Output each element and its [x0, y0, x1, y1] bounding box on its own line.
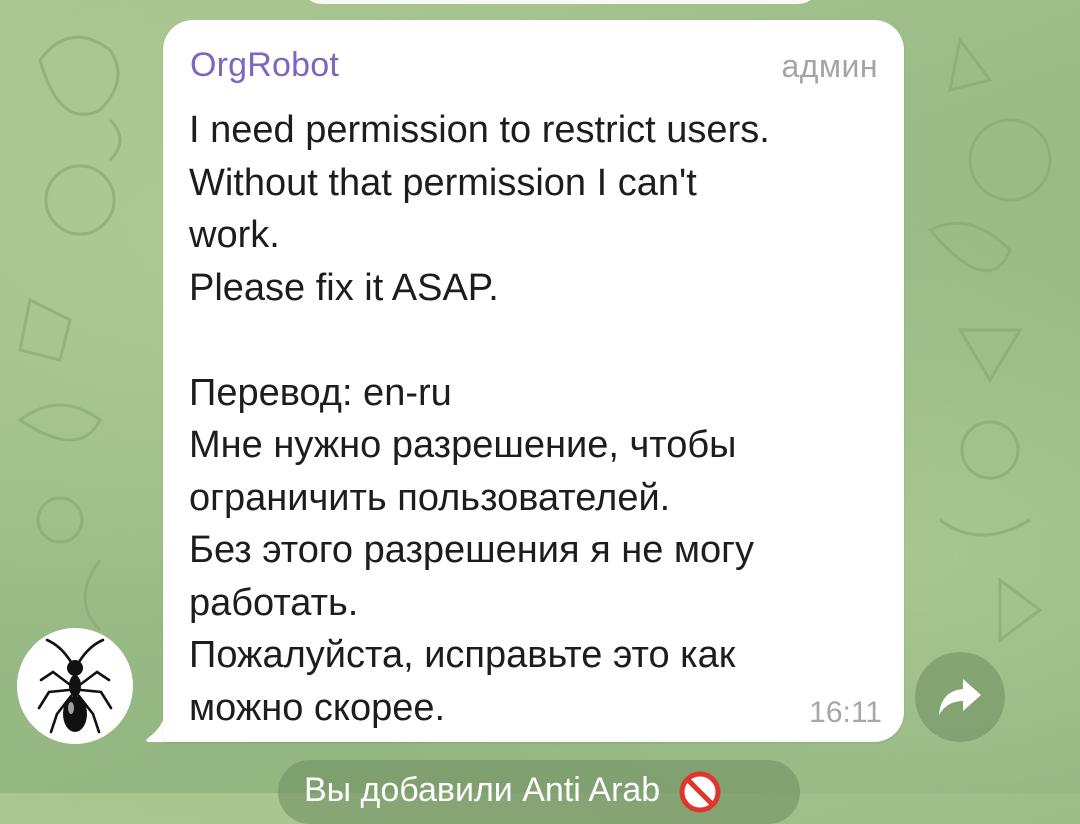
service-message: Вы добавили Anti Arab [278, 760, 800, 824]
message-text: I need permission to restrict users. Wit… [189, 104, 879, 734]
sender-name[interactable]: OrgRobot [190, 46, 339, 85]
message-bubble[interactable]: OrgRobot админ I need permission to rest… [163, 20, 904, 742]
message-line: Мне нужно разрешение, чтобы [189, 424, 737, 466]
message-line: можно скорее. [189, 686, 446, 729]
message-line: Without that permission I can't [189, 161, 697, 204]
message-line: Пожалуйста, исправьте это как [189, 634, 736, 676]
sender-avatar[interactable] [17, 628, 133, 744]
message-line: Please fix it ASAP. [189, 266, 499, 309]
no-entry-icon [678, 770, 722, 814]
message-line: work. [189, 214, 280, 256]
message-line: I need permission to restrict users. [189, 109, 770, 151]
message-line: ограничить пользователей. [189, 476, 671, 519]
message-line: Перевод: en-ru [189, 371, 452, 414]
sender-role-badge: админ [781, 48, 878, 84]
service-message-text: Вы добавили Anti Arab [304, 771, 661, 809]
message-time: 16:11 [809, 696, 882, 729]
previous-message-edge [300, 0, 820, 4]
forward-arrow-icon [939, 679, 981, 715]
forward-button[interactable] [915, 652, 1005, 742]
message-line: Без этого разрешения я не могу [189, 529, 755, 571]
ant-icon [37, 638, 113, 734]
message-line: работать. [189, 581, 359, 624]
